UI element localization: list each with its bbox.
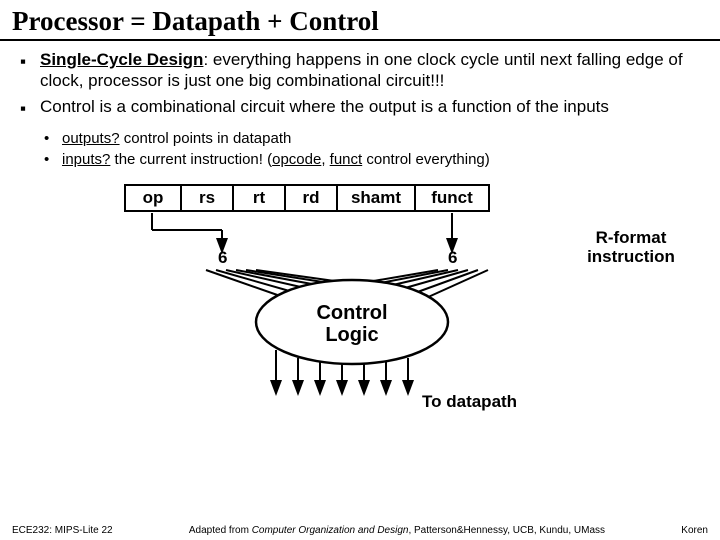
footer-mid-post: , Patterson&Hennessy, UCB, Kundu, UMass — [408, 525, 605, 536]
rformat-l2: instruction — [587, 247, 675, 266]
field-rd: rd — [286, 186, 338, 210]
bullet-list: Single-Cycle Design: everything happens … — [0, 49, 720, 125]
bullet-1-lead: Single-Cycle Design — [40, 50, 203, 69]
instruction-fields: op rs rt rd shamt funct — [124, 184, 490, 212]
sub1-a: control points in datapath — [120, 130, 292, 147]
field-rt: rt — [234, 186, 286, 210]
control-l2: Logic — [325, 324, 378, 346]
sub-bullet-1: outputs? control points in datapath — [62, 129, 702, 149]
footer-mid-it: Computer Organization and Design — [252, 525, 409, 536]
control-logic-label: Control Logic — [292, 302, 412, 346]
footer-left: ECE232: MIPS-Lite 22 — [12, 525, 113, 536]
control-l1: Control — [316, 302, 387, 324]
footer: ECE232: MIPS-Lite 22 Adapted from Comput… — [0, 525, 720, 536]
sub2-opcode: opcode — [272, 151, 321, 168]
to-datapath-label: To datapath — [422, 392, 517, 412]
bullet-1: Single-Cycle Design: everything happens … — [40, 49, 702, 92]
footer-mid-pre: Adapted from — [189, 525, 252, 536]
sub2-funct: funct — [330, 151, 363, 168]
footer-right: Koren — [681, 525, 708, 536]
field-rs: rs — [182, 186, 234, 210]
width-label-op: 6 — [218, 248, 227, 268]
sub2-q: inputs? — [62, 151, 110, 168]
sub2-post: control everything) — [362, 151, 490, 168]
sub2-pre: the current instruction! ( — [110, 151, 272, 168]
slide-title: Processor = Datapath + Control — [0, 0, 720, 41]
sub-bullet-2: inputs? the current instruction! (opcode… — [62, 150, 702, 170]
field-shamt: shamt — [338, 186, 416, 210]
sub1-q: outputs? — [62, 130, 120, 147]
rformat-l1: R-format — [596, 228, 667, 247]
sub-bullet-list: outputs? control points in datapath inpu… — [0, 125, 720, 178]
rformat-label: R-format instruction — [576, 228, 686, 267]
sub2-mid: , — [321, 151, 329, 168]
footer-mid: Adapted from Computer Organization and D… — [189, 525, 605, 536]
field-op: op — [126, 186, 182, 210]
diagram-area: op rs rt rd shamt funct 6 6 R-format ins… — [0, 178, 720, 428]
width-label-funct: 6 — [448, 248, 457, 268]
bullet-2: Control is a combinational circuit where… — [40, 96, 702, 117]
field-funct: funct — [416, 186, 488, 210]
